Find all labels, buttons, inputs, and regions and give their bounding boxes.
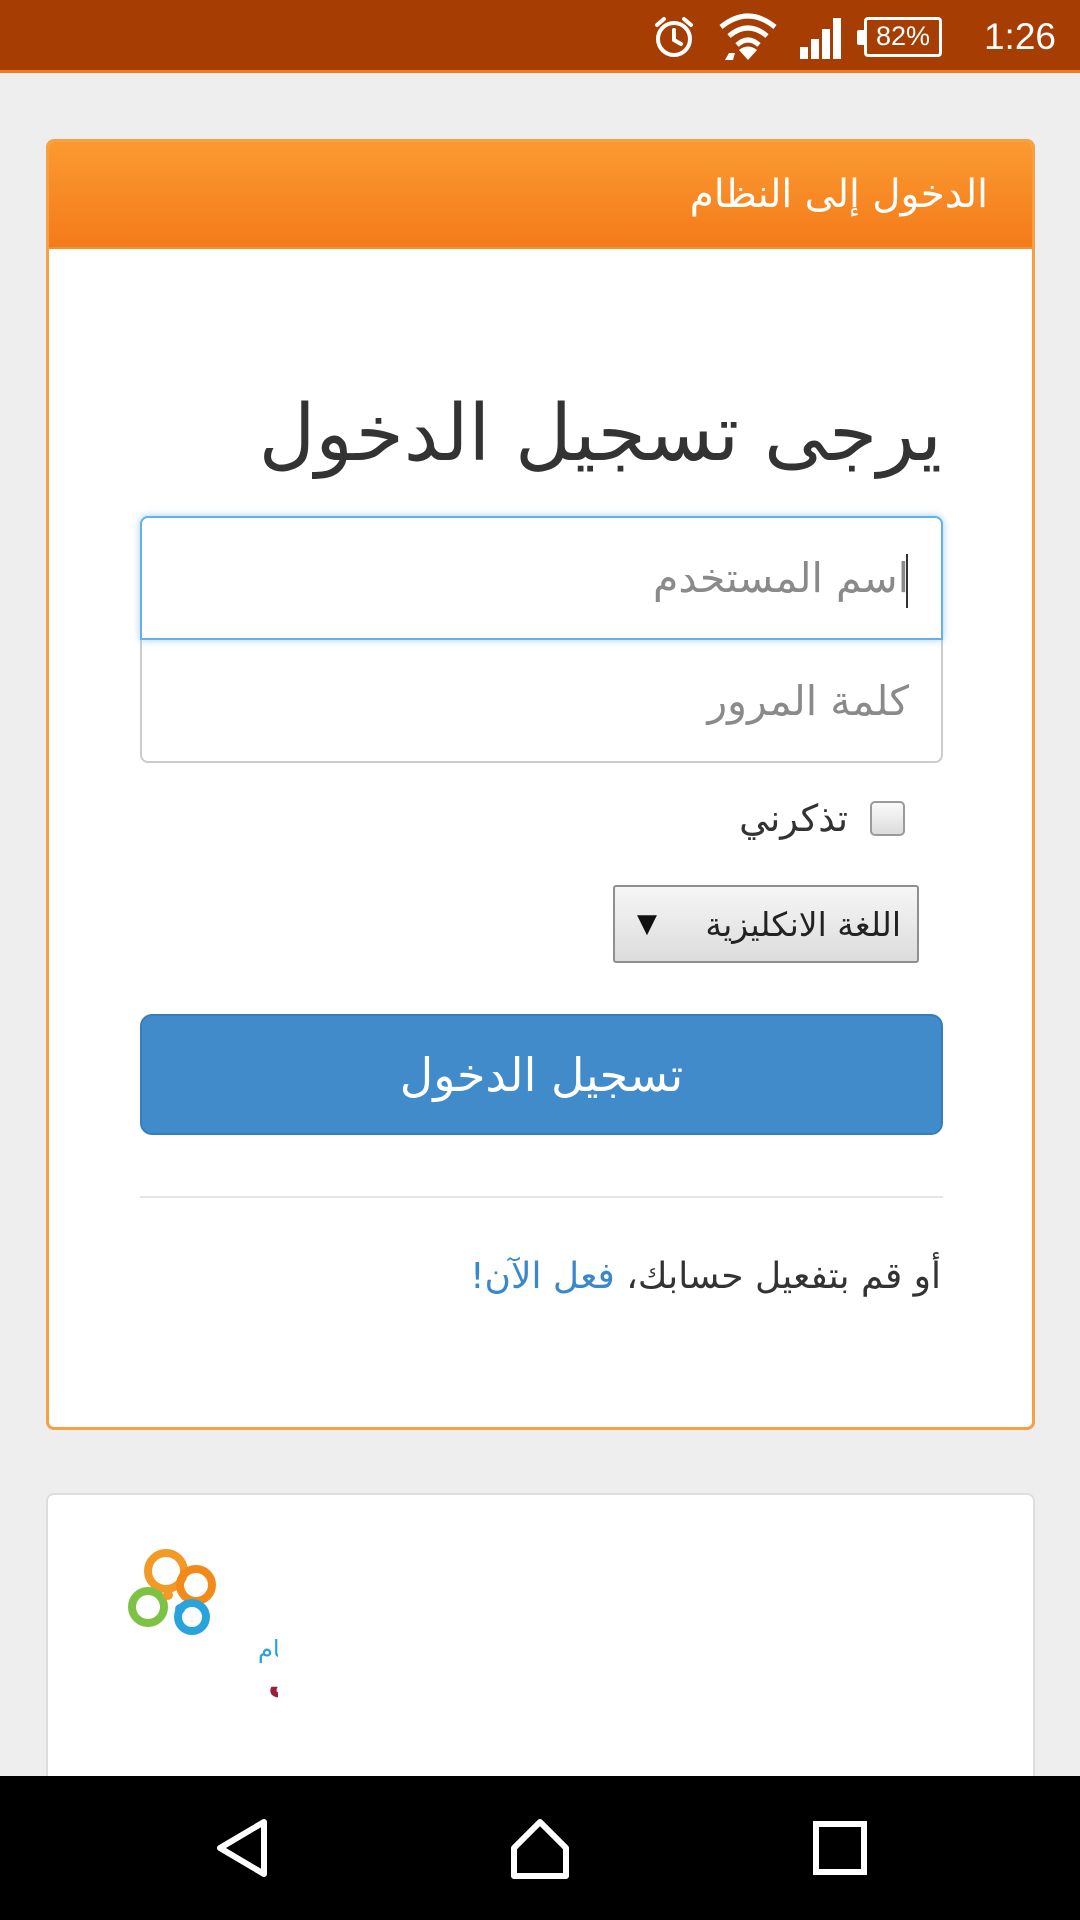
login-button[interactable]: تسجيل الدخول xyxy=(140,1014,943,1135)
back-icon[interactable] xyxy=(172,1776,312,1920)
home-icon[interactable] xyxy=(470,1776,610,1920)
divider xyxy=(140,1196,943,1198)
logo-panel: نظام مدرستي xyxy=(46,1493,1035,1793)
password-input[interactable] xyxy=(142,640,941,761)
activate-account-text: أو قم بتفعيل حسابك، xyxy=(614,1256,941,1297)
remember-me-label[interactable]: تذكرني xyxy=(739,797,848,840)
navigation-bar xyxy=(0,1776,1080,1920)
recent-apps-icon[interactable] xyxy=(770,1776,910,1920)
signal-icon xyxy=(798,0,844,73)
username-field-wrapper xyxy=(140,516,943,640)
activate-now-link[interactable]: فعل الآن! xyxy=(470,1256,615,1297)
madrasati-logo: نظام مدرستي xyxy=(128,1549,278,1702)
logo-small-text: نظام xyxy=(258,1635,278,1663)
remember-me-row[interactable]: تذكرني xyxy=(739,797,905,840)
remember-me-checkbox[interactable] xyxy=(870,801,905,836)
activate-account-row: أو قم بتفعيل حسابك، فعل الآن! xyxy=(470,1256,941,1297)
logo-big-text: مدرستي xyxy=(268,1661,278,1702)
form-title: يرجى تسجيل الدخول xyxy=(258,389,942,479)
username-input[interactable] xyxy=(142,518,941,638)
clock-time: 1:26 xyxy=(983,15,1056,57)
language-select[interactable]: اللغة الانكليزية ▼ xyxy=(613,885,919,963)
battery-level: 82% xyxy=(857,16,942,57)
wifi-icon xyxy=(719,0,777,73)
panel-header-title: الدخول إلى النظام xyxy=(689,172,988,217)
password-field-wrapper xyxy=(140,638,943,763)
language-selected-value: اللغة الانكليزية xyxy=(705,904,901,944)
text-caret xyxy=(906,554,908,608)
dropdown-arrow-icon: ▼ xyxy=(637,909,657,939)
battery-icon: 82% xyxy=(857,0,942,73)
login-panel: الدخول إلى النظام يرجى تسجيل الدخول تذكر… xyxy=(46,139,1035,1430)
status-bar: 82% 1:26 xyxy=(0,0,1080,73)
panel-header: الدخول إلى النظام xyxy=(49,142,1032,249)
alarm-icon xyxy=(652,0,696,73)
